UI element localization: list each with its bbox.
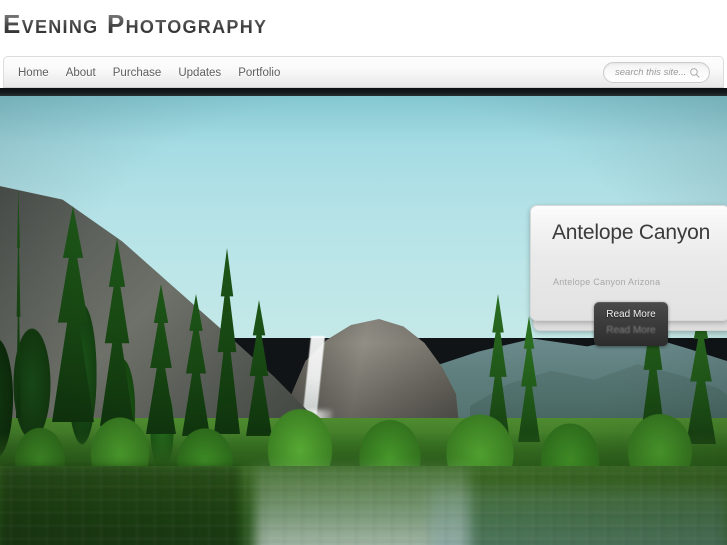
nav-item-home[interactable]: Home (18, 57, 60, 89)
page-title: Evening Photography (3, 9, 268, 39)
nav-item-portfolio[interactable]: Portfolio (238, 57, 291, 89)
slider-top-bar (0, 88, 727, 96)
nav-item-updates[interactable]: Updates (178, 57, 232, 89)
caption-description: Antelope Canyon Arizona (553, 277, 661, 287)
search-input[interactable] (613, 63, 691, 82)
caption-title: Antelope Canyon (552, 221, 711, 244)
read-more-button[interactable]: Read More Read More (594, 302, 668, 346)
read-more-label-ghost: Read More (606, 325, 656, 336)
search-box[interactable] (603, 62, 710, 83)
nav-item-purchase[interactable]: Purchase (113, 57, 173, 89)
nav-list: Home About Purchase Updates Portfolio (18, 57, 297, 89)
photo-water-ripples (0, 466, 727, 545)
page-root: Evening Photography Home About Purchase … (0, 0, 727, 545)
site-header: Evening Photography (0, 0, 727, 52)
hero-slider[interactable]: Antelope Canyon Antelope Canyon Arizona … (0, 88, 727, 545)
main-navigation-bar: Home About Purchase Updates Portfolio (3, 56, 724, 88)
read-more-label: Read More (606, 309, 656, 320)
nav-item-about[interactable]: About (66, 57, 107, 89)
